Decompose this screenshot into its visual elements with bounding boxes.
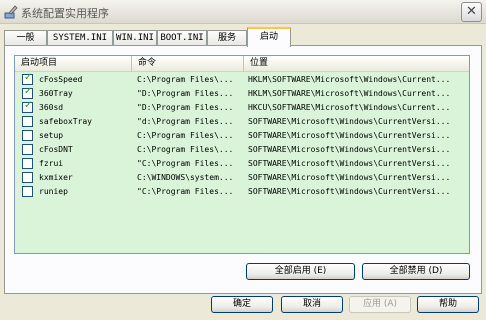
startup-location: SOFTWARE\Microsoft\Windows\CurrentVersi.… (248, 131, 451, 140)
startup-command: "C:\Program Files... (137, 159, 234, 168)
startup-item: cFosDNT (39, 145, 73, 154)
tab-system-ini[interactable]: SYSTEM.INI (47, 30, 113, 46)
startup-command: C:\Program Files\... (137, 145, 234, 154)
startup-checkbox[interactable] (22, 144, 33, 155)
startup-command: C:\WINDOWS\system... (137, 173, 234, 182)
startup-location: SOFTWARE\Microsoft\Windows\CurrentVersi.… (248, 187, 451, 196)
startup-command: "D:\Program Files... (137, 103, 234, 112)
startup-location: HKLM\SOFTWARE\Microsoft\Windows\Current.… (248, 75, 451, 84)
startup-location: SOFTWARE\Microsoft\Windows\CurrentVersi.… (248, 159, 451, 168)
startup-item: kxmixer (39, 173, 73, 182)
tab-services[interactable]: 服务 (207, 30, 247, 46)
list-row[interactable]: runiep "C:\Program Files... SOFTWARE\Mic… (15, 185, 469, 199)
title-bar[interactable]: 系统配置实用程序 ✕ (0, 0, 486, 24)
close-button[interactable]: ✕ (461, 2, 482, 22)
apply-button[interactable]: 应用 (A) (349, 296, 411, 313)
startup-item: setup (39, 131, 64, 140)
column-header-command[interactable]: 命令 (132, 56, 244, 72)
startup-item: 360Tray (39, 89, 73, 98)
close-icon: ✕ (466, 4, 477, 19)
startup-location: SOFTWARE\Microsoft\Windows\CurrentVersi.… (248, 173, 451, 182)
startup-command: "C:\Program Files... (137, 187, 234, 196)
startup-command: "d:\Program Files... (137, 117, 234, 126)
tab-win-ini[interactable]: WIN.INI (113, 30, 157, 46)
list-row[interactable]: safeboxTray "d:\Program Files... SOFTWAR… (15, 115, 469, 129)
help-button[interactable]: 帮助 (417, 296, 479, 313)
startup-location: HKLM\SOFTWARE\Microsoft\Windows\Current.… (248, 89, 451, 98)
startup-checkbox[interactable] (22, 130, 33, 141)
list-header: 启动项目 命令 位置 (15, 56, 469, 72)
list-row[interactable]: cFosSpeed C:\Program Files\... HKLM\SOFT… (15, 72, 469, 87)
startup-item: 360sd (39, 103, 64, 112)
enable-all-button[interactable]: 全部启用 (E) (246, 263, 355, 280)
column-header-location[interactable]: 位置 (244, 56, 469, 72)
startup-checkbox[interactable] (22, 158, 33, 169)
startup-location: HKCU\SOFTWARE\Microsoft\Windows\Current.… (248, 103, 451, 112)
window-title: 系统配置实用程序 (21, 7, 109, 20)
tab-boot-ini[interactable]: BOOT.INI (157, 30, 207, 46)
startup-command: C:\Program Files\... (137, 75, 234, 84)
disable-all-button[interactable]: 全部禁用 (D) (362, 263, 470, 280)
column-header-item[interactable]: 启动项目 (15, 56, 132, 72)
startup-checkbox[interactable] (22, 100, 33, 113)
list-row[interactable]: fzrui "C:\Program Files... SOFTWARE\Micr… (15, 157, 469, 171)
startup-checkbox[interactable] (22, 86, 33, 99)
tab-startup[interactable]: 启动 (247, 27, 291, 47)
startup-item: fzrui (39, 159, 64, 168)
list-row[interactable]: setup C:\Program Files\... SOFTWARE\Micr… (15, 129, 469, 143)
startup-checkbox[interactable] (22, 186, 33, 197)
startup-checkbox[interactable] (22, 72, 33, 85)
startup-item: safeboxTray (39, 117, 92, 126)
startup-list[interactable]: 启动项目 命令 位置 cFosSpeed C:\Program Files\..… (14, 55, 470, 254)
startup-location: SOFTWARE\Microsoft\Windows\CurrentVersi.… (248, 117, 451, 126)
startup-command: C:\Program Files\... (137, 131, 234, 140)
tab-general[interactable]: 一般 (4, 30, 47, 46)
startup-item: cFosSpeed (39, 75, 83, 84)
system-config-window: 系统配置实用程序 ✕ 一般 SYSTEM.INI WIN.INI BOOT.IN… (0, 0, 486, 320)
startup-command: "D:\Program Files... (137, 89, 234, 98)
startup-checkbox[interactable] (22, 172, 33, 183)
startup-item: runiep (39, 187, 68, 196)
list-row[interactable]: cFosDNT C:\Program Files\... SOFTWARE\Mi… (15, 143, 469, 157)
cancel-button[interactable]: 取消 (281, 296, 343, 313)
list-row[interactable]: 360sd "D:\Program Files... HKCU\SOFTWARE… (15, 100, 469, 115)
startup-location: SOFTWARE\Microsoft\Windows\CurrentVersi.… (248, 145, 451, 154)
startup-checkbox[interactable] (22, 116, 33, 127)
app-tool-icon (4, 5, 18, 19)
list-row[interactable]: 360Tray "D:\Program Files... HKLM\SOFTWA… (15, 86, 469, 101)
ok-button[interactable]: 确定 (211, 296, 273, 313)
list-row[interactable]: kxmixer C:\WINDOWS\system... SOFTWARE\Mi… (15, 171, 469, 185)
